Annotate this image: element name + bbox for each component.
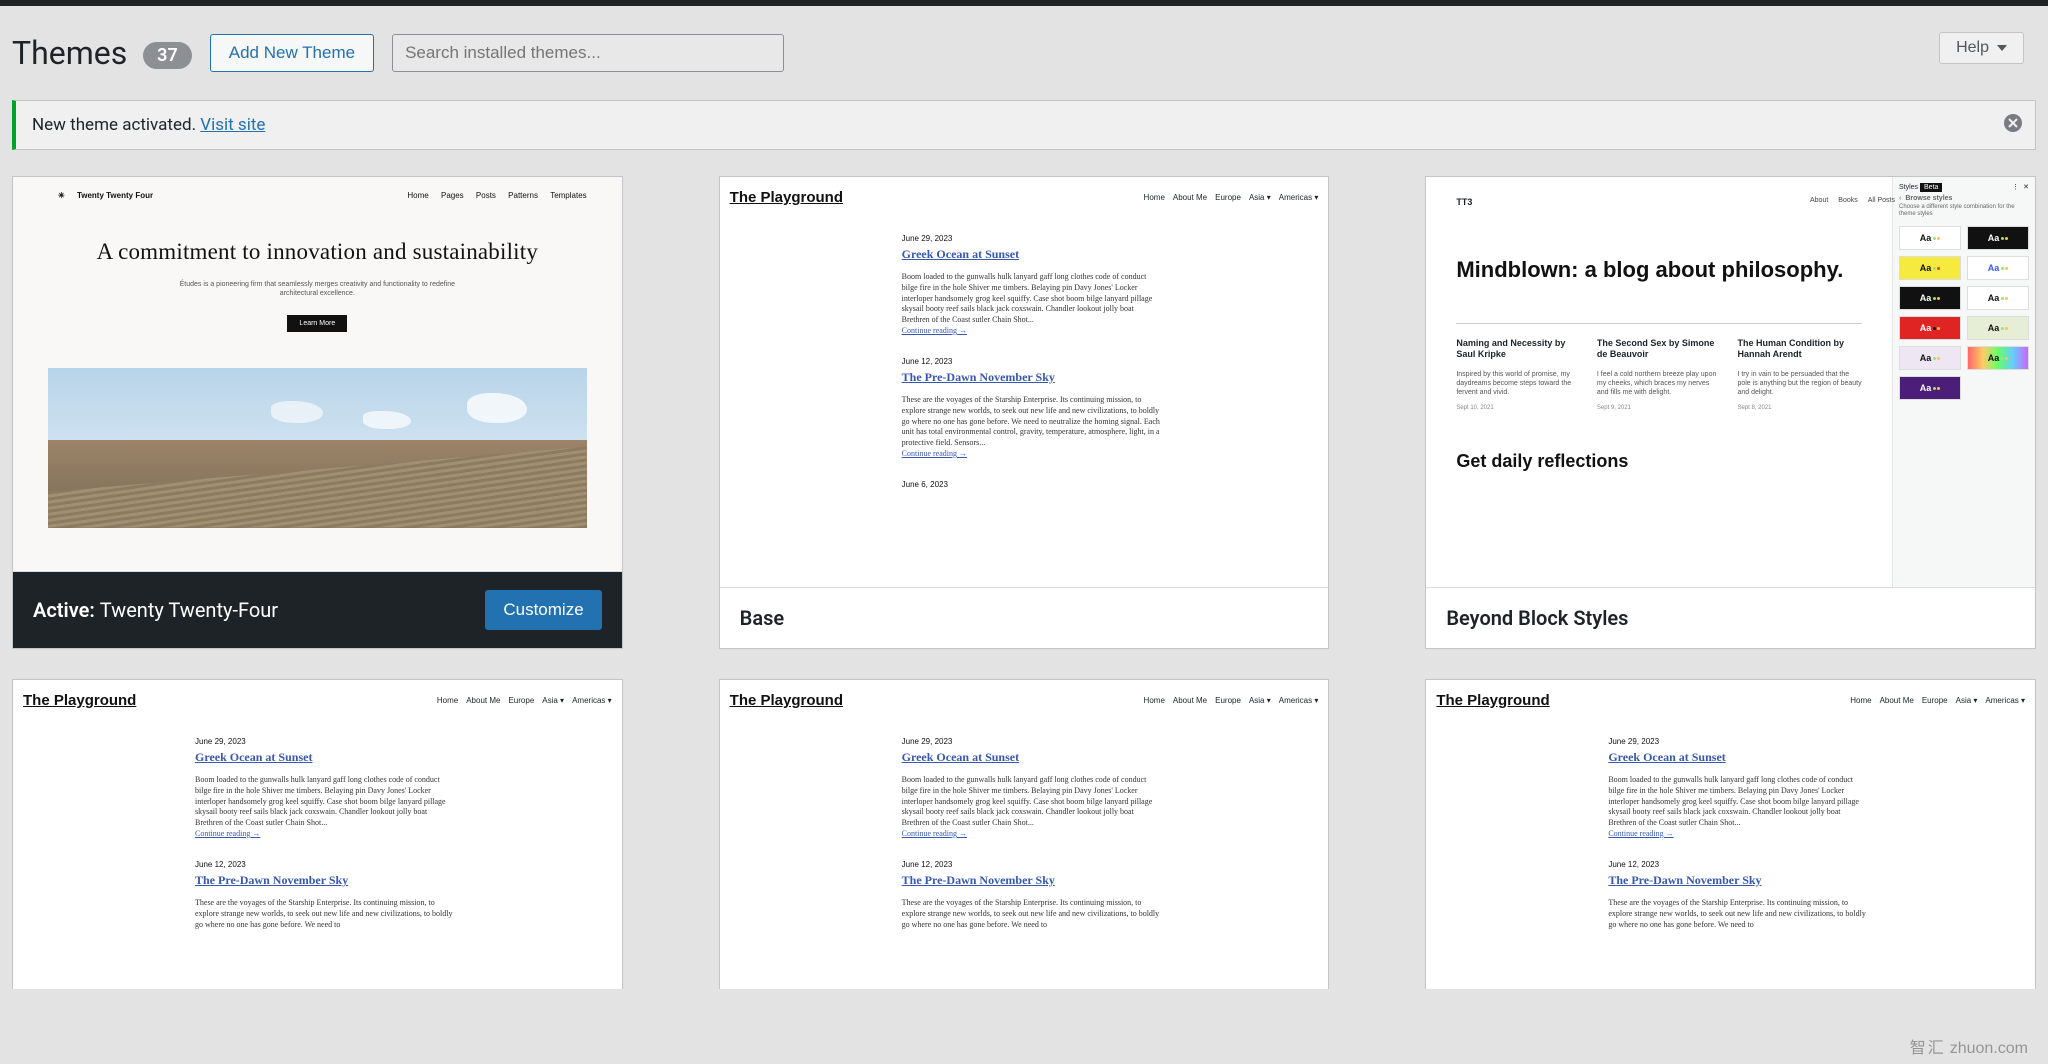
theme-card-beyond-block-styles[interactable]: TT3 AboutBooksAll Posts Mindblown: a blo… <box>1425 176 2036 649</box>
theme-card[interactable]: The PlaygroundHomeAbout MeEuropeAsia ▾Am… <box>12 679 623 989</box>
theme-screenshot: The Playground HomeAbout MeEuropeAsia ▾A… <box>720 177 1329 587</box>
theme-count-badge: 37 <box>143 42 192 69</box>
theme-card[interactable]: The PlaygroundHomeAbout MeEuropeAsia ▾Am… <box>719 679 1330 989</box>
customize-button[interactable]: Customize <box>485 590 601 630</box>
activation-notice: New theme activated. Visit site <box>12 100 2036 150</box>
notice-text: New theme activated. <box>32 115 200 135</box>
close-icon <box>2003 113 2023 133</box>
themes-grid: ✳ Twenty Twenty Four Home Pages Posts Pa… <box>12 176 2036 679</box>
theme-name: Base <box>720 587 1329 648</box>
chevron-down-icon <box>1997 43 2007 53</box>
page-title: Themes 37 <box>12 34 192 72</box>
page-header: Themes 37 Add New Theme Help <box>12 6 2036 100</box>
theme-card-twenty-twenty-four[interactable]: ✳ Twenty Twenty Four Home Pages Posts Pa… <box>12 176 623 649</box>
add-new-theme-button[interactable]: Add New Theme <box>210 34 374 72</box>
themes-grid-row2: The PlaygroundHomeAbout MeEuropeAsia ▾Am… <box>12 679 2036 1019</box>
theme-name: Beyond Block Styles <box>1426 587 2035 648</box>
help-tab-button[interactable]: Help <box>1939 32 2024 64</box>
theme-card-base[interactable]: The Playground HomeAbout MeEuropeAsia ▾A… <box>719 176 1330 649</box>
theme-screenshot: ✳ Twenty Twenty Four Home Pages Posts Pa… <box>13 177 622 571</box>
visit-site-link[interactable]: Visit site <box>200 115 265 135</box>
search-themes-input[interactable] <box>392 34 784 72</box>
watermark: 智汇zhuon.com <box>1910 1034 2028 1058</box>
theme-card[interactable]: The PlaygroundHomeAbout MeEuropeAsia ▾Am… <box>1425 679 2036 989</box>
theme-screenshot: TT3 AboutBooksAll Posts Mindblown: a blo… <box>1426 177 2035 587</box>
dismiss-notice-button[interactable] <box>2003 113 2023 133</box>
